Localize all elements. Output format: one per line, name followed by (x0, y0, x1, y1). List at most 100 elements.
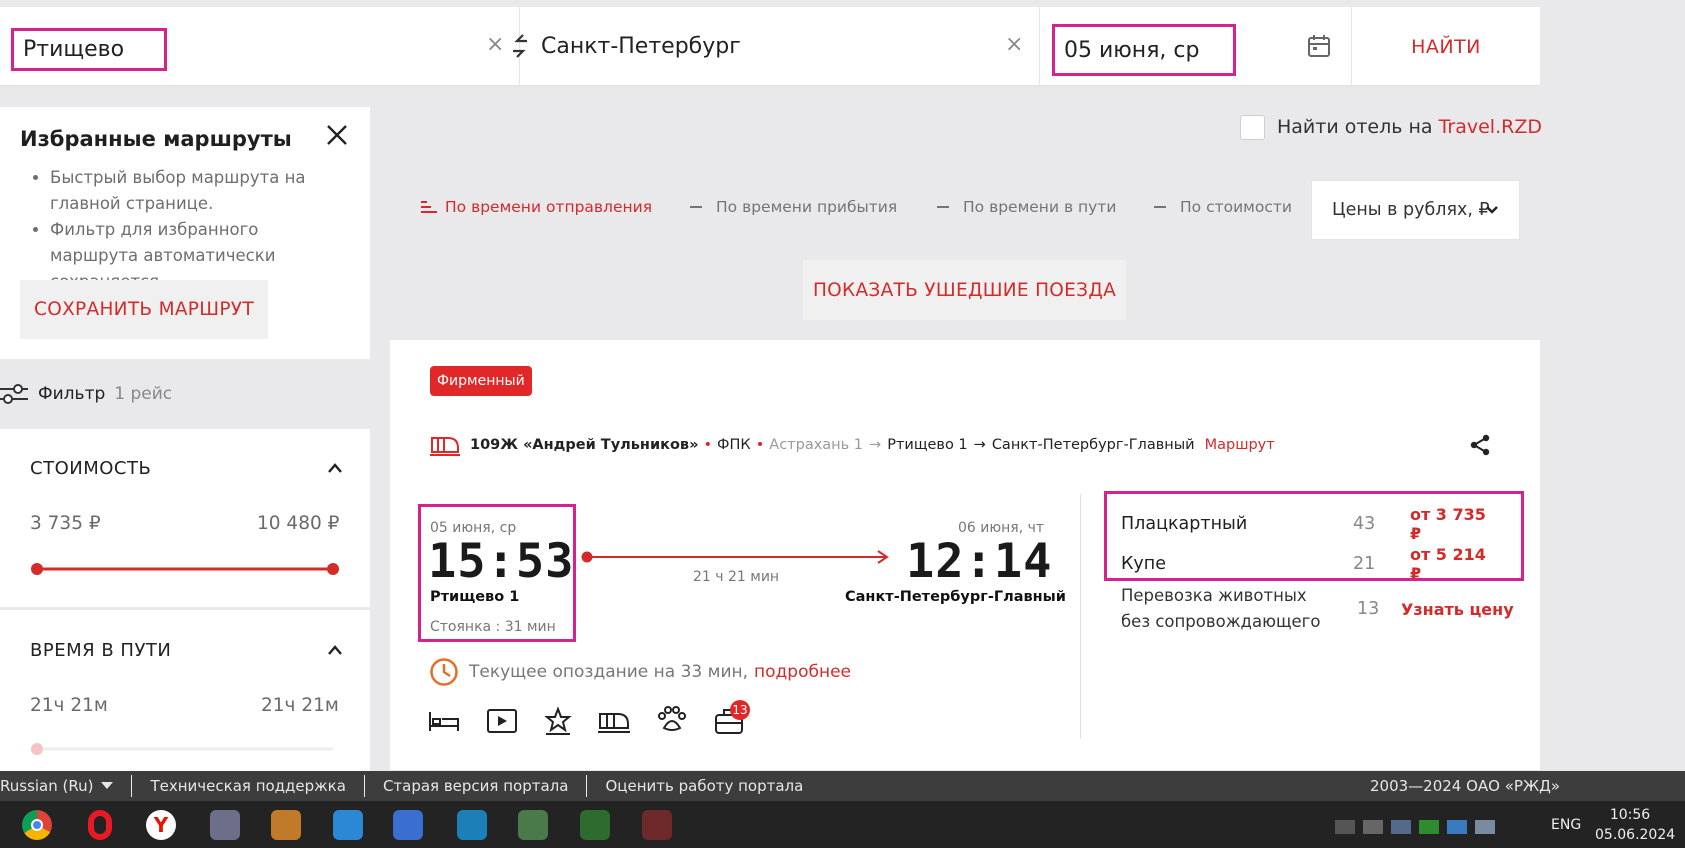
cost-max: 10 480 ₽ (257, 513, 340, 534)
footer: Russian (Ru) Техническая поддержка Стара… (0, 771, 1685, 801)
clock-date: 05.06.2024 (1595, 827, 1676, 843)
hotel-label: Найти отель на Travel.RZD (1277, 116, 1542, 138)
taskbar-app-icon[interactable] (518, 810, 548, 840)
tray-icons[interactable] (1335, 816, 1535, 838)
taskbar-app-icon[interactable] (393, 810, 423, 840)
luggage-icon[interactable]: 13 (714, 700, 750, 735)
train-number-name: 109Ж «Андрей Тульников» (470, 437, 699, 453)
hotel-checkbox[interactable] (1240, 115, 1265, 140)
to-station: Санкт-Петербург-Главный (991, 437, 1195, 453)
divider (363, 775, 365, 797)
currency-select[interactable]: Цены в рублях, ₽ (1311, 180, 1520, 240)
check-price-link[interactable]: Узнать цену (1401, 600, 1514, 619)
language-select[interactable]: Russian (Ru) (0, 777, 114, 795)
cost-filter-title: СТОИМОСТЬ (30, 458, 152, 479)
caret-down-icon (101, 782, 114, 790)
share-icon[interactable] (1469, 434, 1491, 456)
footer-link[interactable]: Оценить работу портала (605, 777, 803, 795)
class-name: Купе (1121, 554, 1166, 574)
carrier: ФПК (717, 437, 751, 453)
from-station: Ртищево 1 (887, 437, 968, 453)
taskbar-app-icon[interactable] (642, 810, 672, 840)
clear-to-icon[interactable]: × (1005, 32, 1023, 57)
footer-link[interactable]: Техническая поддержка (150, 777, 345, 795)
delay-details-link[interactable]: подробнее (754, 662, 851, 682)
train-car-icon[interactable] (598, 708, 630, 734)
train-icon (430, 434, 460, 456)
close-icon[interactable] (326, 124, 348, 146)
dash-icon (1154, 206, 1166, 208)
class-price[interactable]: от 3 735 ₽ (1410, 505, 1501, 543)
stop-duration: Стоянка : 31 мин (430, 619, 556, 635)
arrival-station: Санкт-Петербург-Главный (845, 589, 1066, 605)
divider (131, 775, 133, 797)
yandex-browser-icon[interactable]: Y (146, 810, 176, 840)
opera-icon[interactable] (88, 810, 112, 840)
departure-time: 15:53 (428, 534, 575, 589)
divider (1080, 494, 1081, 739)
luggage-count-badge: 13 (730, 700, 750, 720)
amenities-row: 13 (428, 700, 750, 736)
copyright: 2003—2024 ОАО «РЖД» (1370, 777, 1561, 795)
class-seats: 21 (1352, 554, 1376, 574)
journey-arrow (581, 549, 891, 565)
taskbar-app-icon[interactable] (271, 810, 301, 840)
date-field[interactable]: 05 июня, ср (1052, 24, 1236, 76)
time-range-slider[interactable] (31, 742, 339, 756)
divider (1039, 7, 1040, 86)
list-item: Быстрый выбор маршрута на главной страни… (50, 165, 350, 217)
route-link[interactable]: Маршрут (1205, 437, 1275, 453)
save-route-button[interactable]: СОХРАНИТЬ МАРШРУТ (20, 280, 268, 339)
status-badge: Фирменный (430, 366, 532, 396)
sort-price[interactable]: По стоимости (1154, 198, 1292, 216)
swap-icon[interactable] (509, 32, 531, 60)
class-row[interactable]: Купе 21 от 5 214 ₽ (1121, 545, 1501, 583)
show-departed-button[interactable]: ПОКАЗАТЬ УШЕДШИЕ ПОЕЗДА (803, 260, 1126, 320)
divider (586, 775, 588, 797)
keyboard-language[interactable]: ENG (1551, 817, 1581, 833)
chevron-up-icon[interactable] (327, 644, 343, 656)
chevron-up-icon[interactable] (327, 462, 343, 474)
travel-rzd-link[interactable]: Travel.RZD (1439, 116, 1542, 138)
cost-range-slider[interactable] (31, 562, 339, 576)
bed-icon[interactable] (428, 709, 460, 733)
sort-duration[interactable]: По времени в пути (937, 198, 1116, 216)
filter-count: 1 рейс (114, 384, 173, 404)
from-field[interactable]: Ртищево (11, 28, 167, 71)
footer-link[interactable]: Старая версия портала (383, 777, 569, 795)
sort-arrival[interactable]: По времени прибытия (690, 198, 897, 216)
to-field[interactable]: Санкт-Петербург (541, 7, 991, 86)
chrome-icon[interactable] (22, 810, 52, 840)
calendar-icon[interactable] (1307, 34, 1331, 58)
class-seats: 43 (1352, 514, 1376, 534)
clock-time: 10:56 (1609, 807, 1651, 823)
taskbar-app-icon[interactable] (210, 810, 240, 840)
origin-station: Астрахань 1 (769, 437, 864, 453)
paw-icon[interactable] (656, 706, 688, 736)
pets-seats: 13 (1357, 599, 1380, 619)
clock[interactable]: 10:56 05.06.2024 (1595, 805, 1676, 845)
taskbar-app-icon[interactable] (457, 810, 487, 840)
arrival-time: 12:14 (906, 534, 1053, 589)
time-max: 21ч 21м (261, 695, 339, 716)
class-row[interactable]: Плацкартный 43 от 3 735 ₽ (1121, 505, 1501, 543)
clock-icon (429, 657, 459, 687)
sort-departure[interactable]: По времени отправления (421, 198, 652, 216)
class-price[interactable]: от 5 214 ₽ (1410, 545, 1501, 583)
video-icon[interactable] (486, 708, 518, 734)
route-line: 109Ж «Андрей Тульников» • ФПК • Астрахан… (430, 434, 1275, 456)
filter-header[interactable]: Фильтр 1 рейс (0, 379, 172, 409)
clear-from-icon[interactable]: × (486, 32, 504, 57)
cost-min: 3 735 ₽ (30, 513, 101, 534)
dash-icon (690, 206, 702, 208)
delay-row: Текущее опоздание на 33 мин, подробнее (429, 657, 851, 687)
taskbar-app-icon[interactable] (333, 810, 363, 840)
time-filter-title: ВРЕМЯ В ПУТИ (30, 640, 172, 661)
find-button[interactable]: НАЙТИ (1352, 7, 1540, 86)
taskbar-app-icon[interactable] (580, 810, 610, 840)
sort-active-icon (421, 200, 437, 214)
filter-label: Фильтр (38, 384, 106, 404)
pets-row[interactable]: Перевозка животных без сопровождающего 13… (1121, 583, 1521, 635)
dash-icon (937, 206, 949, 208)
star-icon[interactable] (544, 707, 572, 735)
